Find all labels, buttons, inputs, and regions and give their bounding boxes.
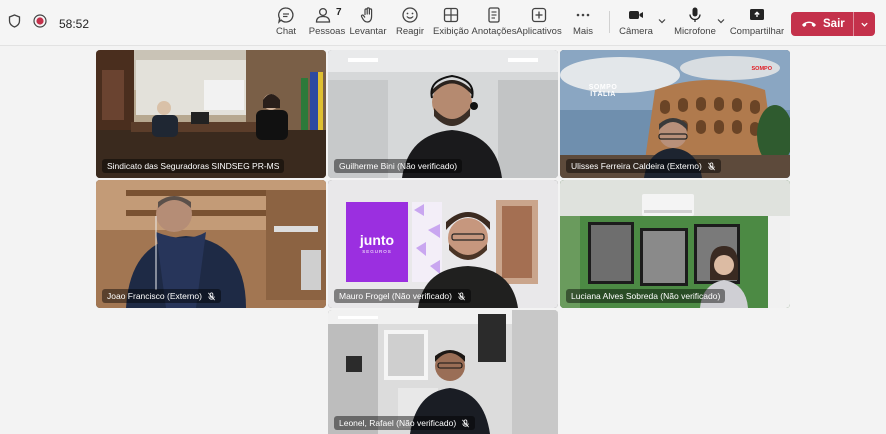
raise-hand-button[interactable]: Levantar bbox=[349, 6, 387, 42]
chat-button[interactable]: Chat bbox=[274, 6, 298, 42]
view-label: Exibição bbox=[433, 26, 469, 37]
video-tile-sindicato[interactable]: Sindicato das Seguradoras SINDSEG PR-MS bbox=[96, 50, 326, 178]
participant-name: Guilherme Bini (Não verificado) bbox=[339, 161, 458, 171]
meeting-info: 58:52 bbox=[8, 14, 89, 33]
more-label: Mais bbox=[572, 26, 594, 37]
share-icon bbox=[750, 9, 764, 20]
raise-hand-label: Levantar bbox=[349, 26, 387, 37]
participant-name: Leonel, Rafael (Não verificado) bbox=[339, 418, 457, 428]
junto-subtitle: SEGUROS bbox=[362, 249, 392, 254]
people-button[interactable]: 7 Pessoas bbox=[308, 6, 346, 42]
phone-icon bbox=[802, 21, 816, 27]
participant-name-tag: Sindicato das Seguradoras SINDSEG PR-MS bbox=[102, 159, 285, 173]
participant-name-tag: Luciana Alves Sobreda (Não verificado) bbox=[566, 289, 726, 303]
react-button[interactable]: Reagir bbox=[396, 6, 424, 42]
video-tile-joao[interactable]: Joao Francisco (Externo) bbox=[96, 180, 326, 308]
more-button[interactable]: Mais bbox=[571, 6, 595, 42]
camera-label: Câmera bbox=[619, 26, 653, 37]
video-tile-luciana[interactable]: Luciana Alves Sobreda (Não verificado) bbox=[560, 180, 790, 308]
participant-name-tag: Guilherme Bini (Não verificado) bbox=[334, 159, 463, 173]
chat-label: Chat bbox=[275, 26, 297, 37]
participant-name: Luciana Alves Sobreda (Não verificado) bbox=[571, 291, 721, 301]
share-button[interactable]: Compartilhar bbox=[730, 6, 784, 42]
mic-icon bbox=[689, 7, 701, 22]
mic-off-icon bbox=[462, 418, 470, 427]
emoji-icon bbox=[402, 7, 418, 23]
leave-options[interactable] bbox=[854, 12, 875, 36]
sompo-title: SOMPO ITÁLIA bbox=[588, 84, 618, 98]
shield-icon[interactable] bbox=[8, 14, 21, 33]
meeting-toolbar: 58:52 Chat 7 Pessoas Levantar Reagir Exi… bbox=[0, 0, 886, 46]
meeting-timer: 58:52 bbox=[59, 16, 90, 31]
camera-options-chevron-down-icon[interactable] bbox=[657, 16, 667, 26]
more-icon bbox=[576, 13, 590, 17]
mic-off-icon bbox=[707, 161, 715, 170]
chevron-down-icon bbox=[861, 22, 868, 27]
participant-name-tag: Leonel, Rafael (Não verificado) bbox=[334, 416, 476, 430]
apps-label: Aplicativos bbox=[516, 26, 562, 37]
participant-name: Mauro Frogel (Não verificado) bbox=[339, 291, 452, 301]
video-tile-guilherme[interactable]: Guilherme Bini (Não verificado) bbox=[328, 50, 558, 178]
people-count: 7 bbox=[336, 7, 342, 18]
leave-button[interactable]: Sair bbox=[791, 12, 875, 36]
notes-label: Anotações bbox=[471, 26, 517, 37]
mic-off-icon bbox=[207, 291, 215, 300]
toolbar-divider bbox=[609, 11, 610, 33]
chat-icon bbox=[278, 7, 294, 24]
notes-button[interactable]: Anotações bbox=[472, 6, 516, 42]
leave-main[interactable]: Sair bbox=[791, 12, 853, 36]
video-tile-mauro[interactable]: junto SEGUROS Mauro Frogel (Não verifica… bbox=[328, 180, 558, 308]
mic-options-chevron-down-icon[interactable] bbox=[716, 16, 726, 26]
participant-name: Joao Francisco (Externo) bbox=[107, 291, 202, 301]
participant-name-tag: Mauro Frogel (Não verificado) bbox=[334, 289, 471, 303]
view-button[interactable]: Exibição bbox=[433, 6, 469, 42]
camera-button[interactable]: Câmera bbox=[619, 6, 653, 42]
apps-button[interactable]: Aplicativos bbox=[516, 6, 562, 42]
participant-name: Sindicato das Seguradoras SINDSEG PR-MS bbox=[107, 161, 280, 171]
video-tile-leonel[interactable]: Leonel, Rafael (Não verificado) bbox=[328, 310, 558, 434]
junto-logo: junto bbox=[359, 232, 395, 248]
people-label: Pessoas bbox=[308, 26, 346, 37]
sompo-brand: SOMPO bbox=[751, 66, 772, 72]
layout-icon bbox=[443, 7, 459, 23]
hand-icon bbox=[360, 7, 373, 23]
leave-label: Sair bbox=[823, 18, 845, 30]
react-label: Reagir bbox=[396, 26, 424, 37]
record-icon bbox=[33, 14, 47, 33]
camera-icon bbox=[629, 11, 643, 19]
participant-name: Ulisses Ferreira Caldeira (Externo) bbox=[571, 161, 702, 171]
video-tile-ulisses[interactable]: SOMPO ITÁLIA SOMPO Ulisses Ferreira Cald… bbox=[560, 50, 790, 178]
participant-name-tag: Joao Francisco (Externo) bbox=[102, 289, 221, 303]
people-icon bbox=[315, 7, 331, 23]
mic-button[interactable]: Microfone bbox=[674, 6, 716, 42]
mic-label: Microfone bbox=[674, 26, 716, 37]
notes-icon bbox=[488, 7, 500, 23]
participant-name-tag: Ulisses Ferreira Caldeira (Externo) bbox=[566, 159, 721, 173]
share-label: Compartilhar bbox=[729, 26, 785, 37]
mic-off-icon bbox=[457, 291, 465, 300]
apps-icon bbox=[531, 7, 547, 23]
